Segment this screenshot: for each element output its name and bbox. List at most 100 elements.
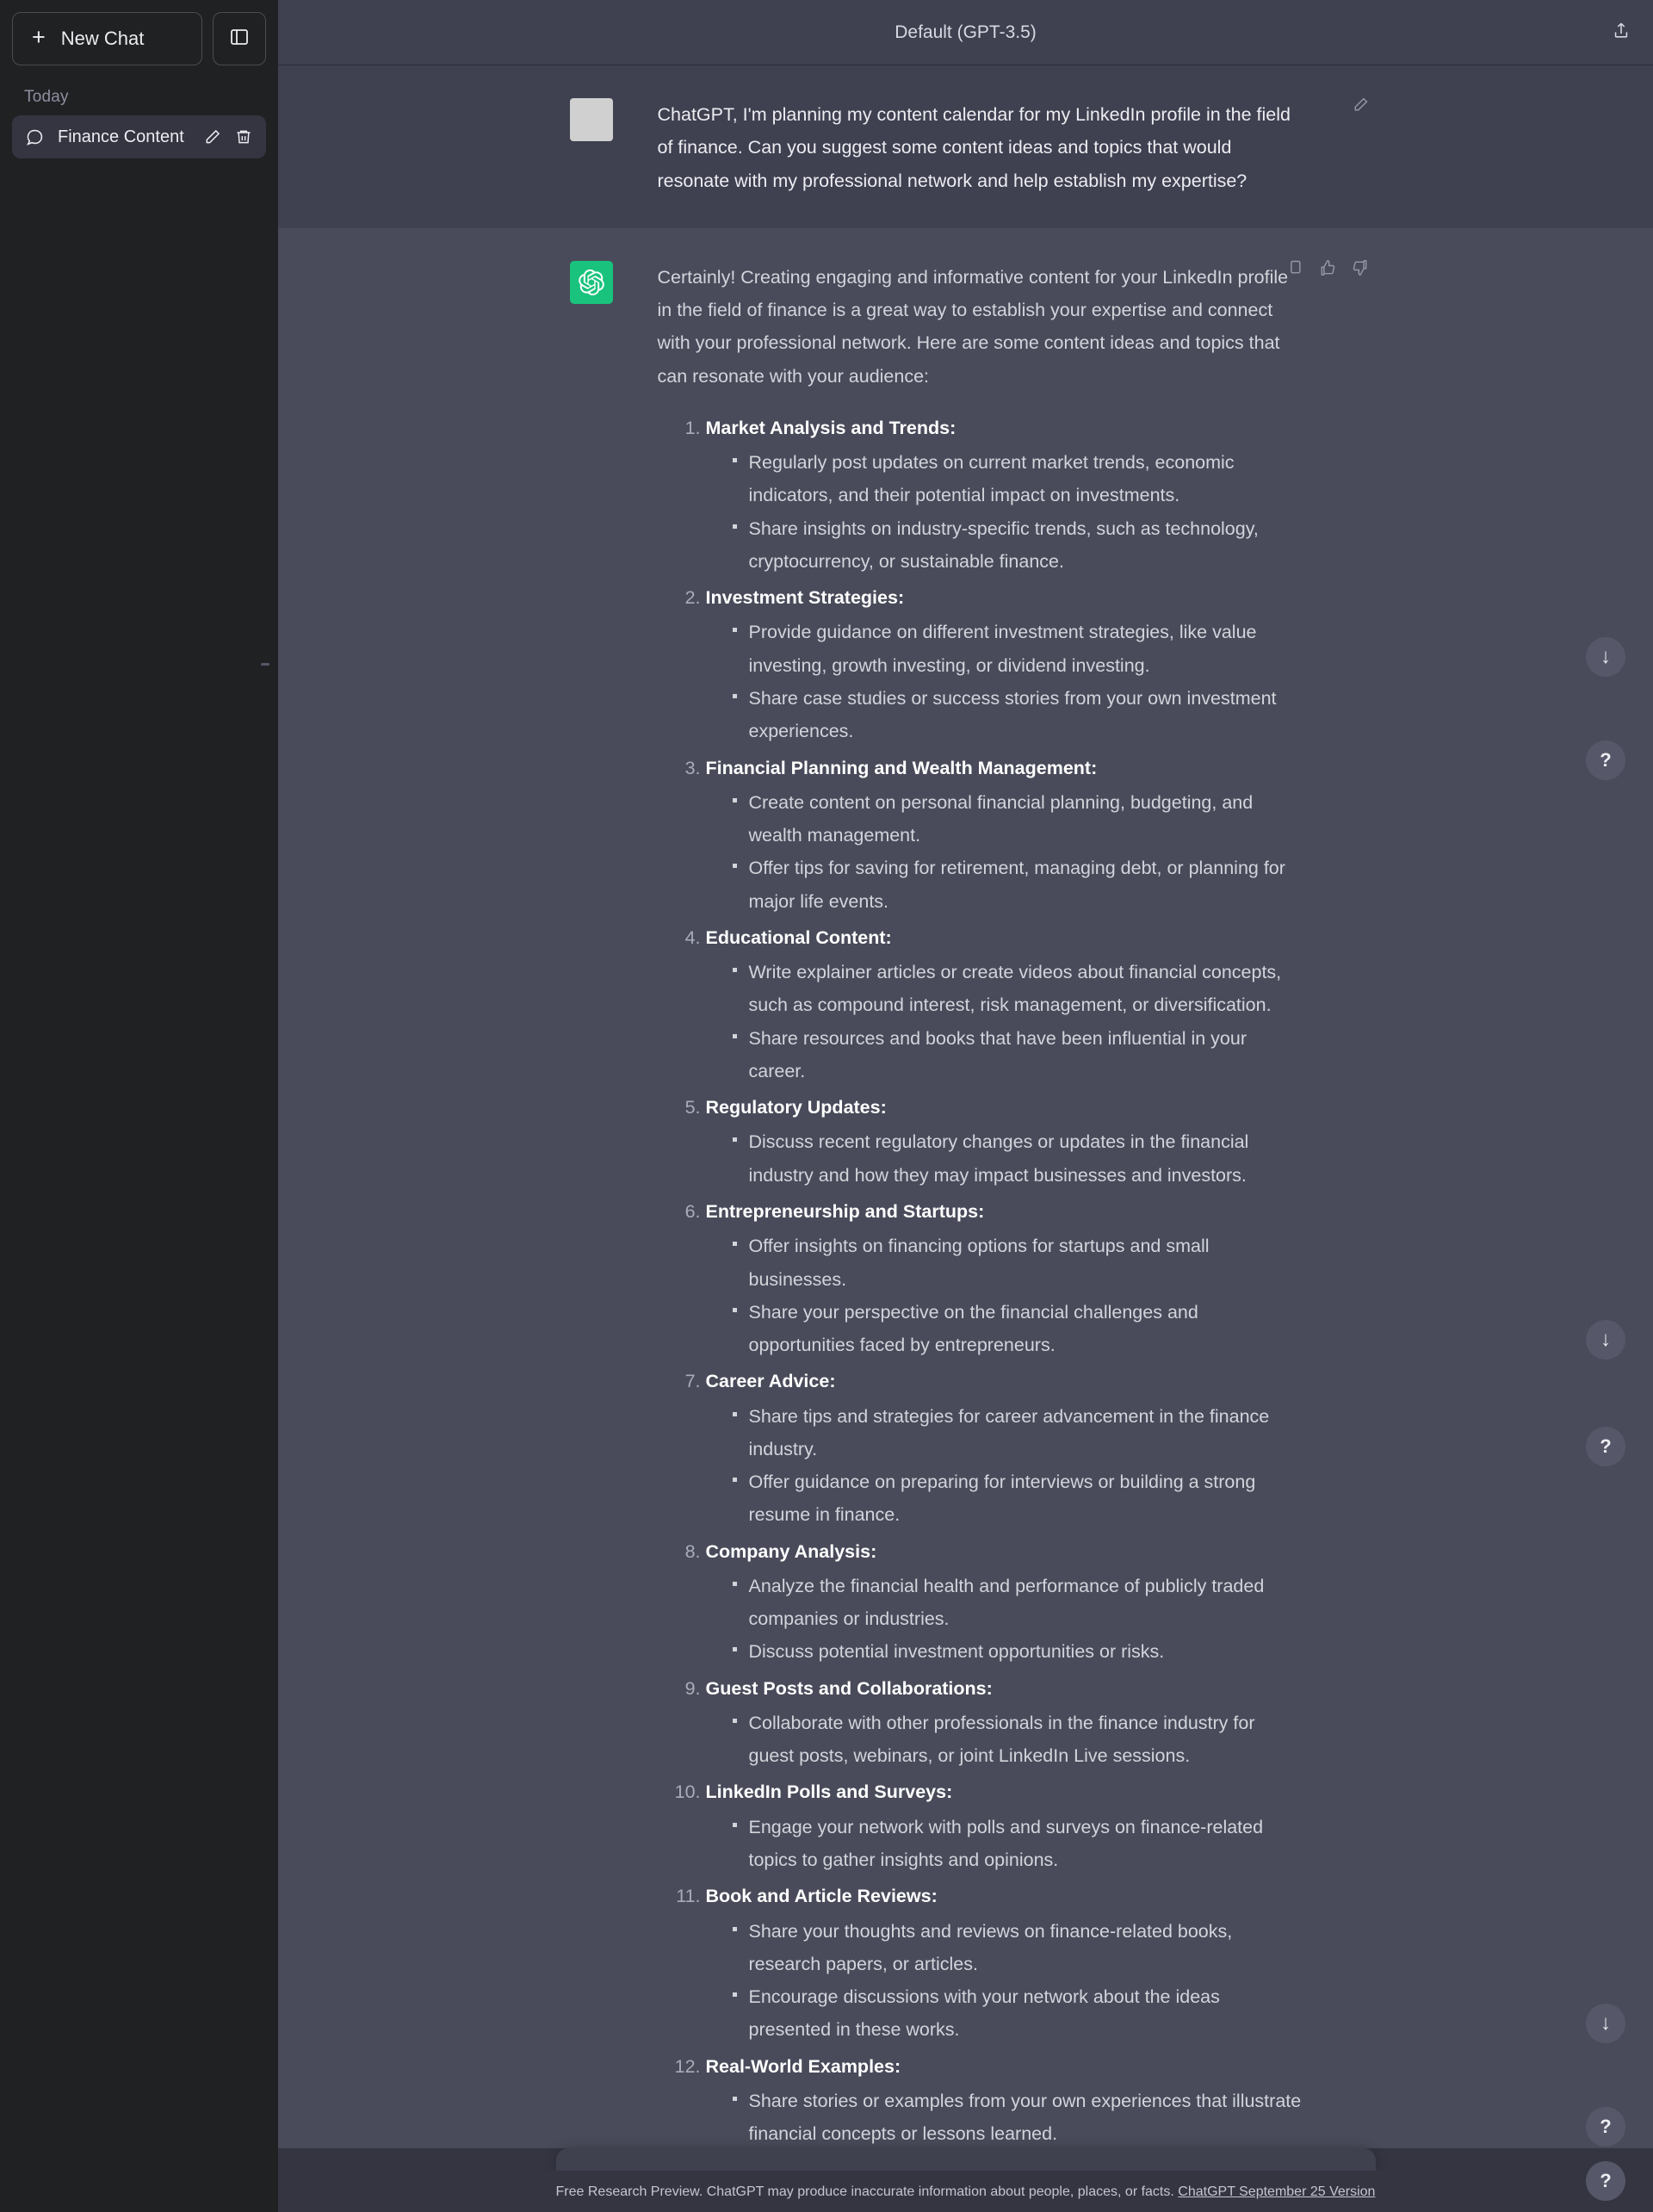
content-idea-item: Guest Posts and Collaborations: Collabora… xyxy=(706,1672,1302,1773)
content-idea-point: Collaborate with other professionals in … xyxy=(732,1707,1302,1773)
help-button-4[interactable]: ? xyxy=(1586,2161,1625,2201)
question-mark-icon: ? xyxy=(1600,749,1612,771)
edit-pencil-icon xyxy=(1351,96,1369,119)
content-idea-point: Analyze the financial health and perform… xyxy=(732,1570,1302,1636)
content-idea-points: Share your thoughts and reviews on finan… xyxy=(706,1915,1302,2047)
content-idea-points: Analyze the financial health and perform… xyxy=(706,1570,1302,1669)
chatgpt-app: + New Chat Today Finance Content Ideas xyxy=(0,0,1653,2212)
content-idea-item: LinkedIn Polls and Surveys: Engage your n… xyxy=(706,1775,1302,1876)
content-idea-title: Market Analysis and Trends: xyxy=(705,417,957,438)
edit-message-button[interactable] xyxy=(1351,96,1369,119)
assistant-message-actions xyxy=(1286,259,1369,276)
content-idea-points: Create content on personal financial pla… xyxy=(706,786,1302,918)
content-idea-points: Provide guidance on different investment… xyxy=(706,616,1302,747)
plus-icon: + xyxy=(32,24,46,50)
sidebar: + New Chat Today Finance Content Ideas xyxy=(0,0,278,2212)
content-idea-point: Offer insights on financing options for … xyxy=(732,1230,1302,1296)
content-idea-points: Share stories or examples from your own … xyxy=(706,2085,1302,2148)
thumbs-up-icon[interactable] xyxy=(1319,259,1336,276)
content-ideas-list: Market Analysis and Trends: Regularly pos… xyxy=(658,412,1302,2148)
content-idea-points: Offer insights on financing options for … xyxy=(706,1230,1302,1361)
pencil-icon[interactable] xyxy=(204,128,221,146)
question-mark-icon: ? xyxy=(1600,2116,1612,2137)
user-avatar xyxy=(569,98,613,141)
thumbs-down-icon[interactable] xyxy=(1352,259,1369,276)
content-idea-title: Book and Article Reviews: xyxy=(705,1886,938,1907)
disclaimer-text: Free Research Preview. ChatGPT may produ… xyxy=(555,2184,1174,2199)
content-idea-title: Company Analysis: xyxy=(705,1540,877,1562)
user-message: ChatGPT, I'm planning my content calenda… xyxy=(278,65,1653,228)
main-panel: Default (GPT-3.5) ChatGPT, I'm planning … xyxy=(278,0,1653,2212)
content-idea-title: Entrepreneurship and Startups: xyxy=(705,1200,985,1222)
content-idea-title: Real-World Examples: xyxy=(705,2055,901,2077)
question-mark-icon: ? xyxy=(1600,1435,1612,1457)
top-bar: Default (GPT-3.5) xyxy=(278,0,1653,65)
content-idea-item: Career Advice: Share tips and strategies … xyxy=(706,1365,1302,1531)
content-idea-point: Share resources and books that have been… xyxy=(732,1022,1302,1088)
content-idea-point: Offer guidance on preparing for intervie… xyxy=(732,1465,1302,1532)
content-idea-item: Company Analysis: Analyze the financial h… xyxy=(706,1535,1302,1669)
message-input[interactable] xyxy=(555,2148,1376,2171)
sidebar-toggle-icon xyxy=(229,27,250,52)
content-idea-item: Entrepreneurship and Startups: Offer insi… xyxy=(706,1195,1302,1361)
content-idea-point: Share case studies or success stories fr… xyxy=(732,682,1302,748)
sidebar-header: + New Chat xyxy=(12,12,266,65)
content-idea-title: Investment Strategies: xyxy=(705,587,905,609)
sidebar-item-label: Finance Content Ideas xyxy=(58,127,190,146)
openai-logo-icon xyxy=(569,260,613,304)
arrow-down-icon: ↓ xyxy=(1600,1328,1611,1351)
assistant-intro-paragraph: Certainly! Creating engaging and informa… xyxy=(657,266,1289,387)
new-chat-button[interactable]: + New Chat xyxy=(12,12,202,65)
content-idea-point: Encourage discussions with your network … xyxy=(732,1980,1302,2047)
content-idea-points: Share tips and strategies for career adv… xyxy=(706,1400,1302,1532)
content-idea-points: Collaborate with other professionals in … xyxy=(706,1707,1302,1773)
content-idea-point: Share stories or examples from your own … xyxy=(732,2085,1302,2148)
help-button-1[interactable]: ? xyxy=(1586,740,1625,780)
content-idea-point: Discuss recent regulatory changes or upd… xyxy=(732,1125,1302,1192)
content-idea-point: Regularly post updates on current market… xyxy=(732,446,1302,512)
content-idea-point: Share tips and strategies for career adv… xyxy=(732,1400,1302,1466)
trash-icon[interactable] xyxy=(235,128,252,146)
content-idea-item: Regulatory Updates: Discuss recent regula… xyxy=(706,1091,1302,1192)
arrow-down-icon: ↓ xyxy=(1600,645,1611,668)
content-idea-item: Financial Planning and Wealth Management… xyxy=(706,752,1302,918)
chat-bubble-icon xyxy=(26,128,44,146)
content-idea-points: Engage your network with polls and surve… xyxy=(706,1811,1302,1877)
content-idea-points: Regularly post updates on current market… xyxy=(706,446,1302,578)
arrow-down-icon: ↓ xyxy=(1600,2011,1611,2035)
content-idea-point: Engage your network with polls and surve… xyxy=(732,1811,1302,1877)
help-button-2[interactable]: ? xyxy=(1586,1427,1625,1466)
sidebar-toggle-button[interactable] xyxy=(213,12,266,65)
scroll-to-bottom-button-3[interactable]: ↓ xyxy=(1586,2004,1625,2043)
model-selector-label[interactable]: Default (GPT-3.5) xyxy=(895,22,1037,43)
help-button-3[interactable]: ? xyxy=(1586,2107,1625,2147)
share-upload-icon xyxy=(1612,21,1631,44)
scroll-to-bottom-button-2[interactable]: ↓ xyxy=(1586,1320,1625,1360)
content-idea-title: Financial Planning and Wealth Management… xyxy=(705,757,1098,778)
content-idea-title: Educational Content: xyxy=(705,926,892,948)
content-idea-title: Guest Posts and Collaborations: xyxy=(705,1677,993,1699)
version-link[interactable]: ChatGPT September 25 Version xyxy=(1178,2184,1375,2199)
content-idea-item: Educational Content: Write explainer arti… xyxy=(706,921,1302,1087)
content-idea-item: Market Analysis and Trends: Regularly pos… xyxy=(706,412,1302,578)
copy-icon[interactable] xyxy=(1286,259,1303,276)
content-idea-point: Share your thoughts and reviews on finan… xyxy=(732,1915,1302,1981)
assistant-message: Certainly! Creating engaging and informa… xyxy=(278,227,1653,2148)
content-idea-point: Create content on personal financial pla… xyxy=(732,786,1302,852)
share-button[interactable] xyxy=(1612,21,1631,44)
content-idea-item: Book and Article Reviews: Share your thou… xyxy=(706,1880,1302,2046)
content-idea-point: Provide guidance on different investment… xyxy=(732,616,1302,682)
scroll-to-bottom-button-1[interactable]: ↓ xyxy=(1586,637,1625,677)
conversation: ChatGPT, I'm planning my content calenda… xyxy=(278,65,1653,2148)
content-idea-point: Share insights on industry-specific tren… xyxy=(732,512,1302,579)
composer-area: Free Research Preview. ChatGPT may produ… xyxy=(278,2148,1653,2212)
content-idea-title: LinkedIn Polls and Surveys: xyxy=(705,1781,953,1803)
sidebar-resize-handle[interactable] xyxy=(261,663,269,666)
content-idea-point: Share your perspective on the financial … xyxy=(732,1296,1302,1362)
content-idea-point: Write explainer articles or create video… xyxy=(732,956,1302,1022)
content-idea-item: Real-World Examples: Share stories or exa… xyxy=(706,2050,1302,2148)
sidebar-item-finance-content-ideas[interactable]: Finance Content Ideas xyxy=(12,115,266,158)
content-idea-point: Discuss potential investment opportuniti… xyxy=(732,1635,1302,1668)
content-idea-points: Discuss recent regulatory changes or upd… xyxy=(706,1125,1302,1192)
footer-disclaimer: Free Research Preview. ChatGPT may produ… xyxy=(278,2171,1653,2212)
